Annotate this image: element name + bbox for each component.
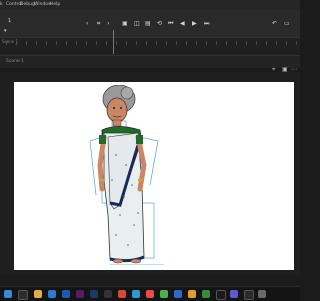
timeline-tick	[66, 41, 67, 45]
browser-icon[interactable]	[48, 290, 56, 298]
face	[106, 97, 128, 123]
animate-icon[interactable]	[76, 290, 84, 298]
redo-icon[interactable]: ▭	[284, 21, 290, 27]
timeline-tick	[186, 41, 187, 45]
taskbar	[0, 286, 300, 301]
calendar-icon[interactable]	[244, 290, 254, 300]
timeline-tick	[46, 41, 47, 45]
timeline-tick	[36, 41, 37, 45]
playhead[interactable]	[113, 30, 114, 54]
timeline-tick	[6, 41, 7, 45]
extra-icon[interactable]	[258, 290, 266, 298]
timeline-tick	[236, 41, 237, 45]
step-back-icon[interactable]: ⏮	[168, 21, 173, 27]
scene-bar: Scene 1	[0, 56, 300, 68]
timeline-tick	[196, 41, 197, 45]
timeline[interactable]: Scene 1	[0, 37, 300, 56]
edit-multiple-icon[interactable]: ◫	[134, 21, 140, 27]
timeline-tick	[276, 41, 277, 45]
step-forward-icon[interactable]: ⏭	[204, 21, 209, 27]
timeline-tick	[136, 41, 137, 45]
onion-skin-icon[interactable]: ▣	[122, 21, 128, 27]
status-area	[0, 275, 300, 286]
store-icon[interactable]	[146, 290, 154, 298]
loop-icon[interactable]: ⟲	[157, 21, 162, 27]
search-icon[interactable]	[18, 290, 28, 300]
timeline-tick	[146, 41, 147, 45]
timeline-tick	[156, 41, 157, 45]
timeline-tick	[116, 41, 117, 45]
camera-icon[interactable]: ⌗	[97, 21, 100, 27]
chevron-left-icon[interactable]: ‹	[86, 21, 88, 27]
mail-icon[interactable]	[62, 290, 70, 298]
chevron-right-icon[interactable]: ›	[107, 21, 109, 27]
left-arm	[97, 134, 107, 192]
timeline-tick	[76, 41, 77, 45]
timeline-tick	[176, 41, 177, 45]
toolbar: 1 ▾ ‹ ⌗ › ▣ ◫ ▤ ⟲ ⏮ ◀ ▶ ⏭ ↶ ▭	[0, 10, 300, 37]
hair-bun	[120, 86, 134, 100]
terminal-icon[interactable]	[174, 290, 182, 298]
rewind-icon[interactable]: ◀	[180, 21, 185, 27]
settings-icon[interactable]	[160, 290, 168, 298]
chat-icon[interactable]	[230, 290, 238, 298]
timeline-tick	[86, 41, 87, 45]
timeline-tick	[106, 41, 107, 45]
timeline-tick	[266, 41, 267, 45]
timeline-tick	[226, 41, 227, 45]
timeline-tick	[166, 41, 167, 45]
timeline-tick	[56, 41, 57, 45]
menu-item-help[interactable]: Help	[50, 1, 60, 8]
menu-bar: k Control Debug Window Help	[0, 0, 300, 10]
timeline-tick	[206, 41, 207, 45]
play-icon[interactable]: ▶	[192, 21, 197, 27]
frame-number[interactable]: 1	[8, 18, 11, 24]
timeline-tick	[256, 41, 257, 45]
scene-label[interactable]: Scene 1	[6, 59, 24, 64]
timeline-tick	[286, 41, 287, 45]
start-icon[interactable]	[4, 290, 12, 298]
edge-icon[interactable]	[132, 290, 140, 298]
timeline-tick	[246, 41, 247, 45]
media-icon[interactable]	[104, 290, 112, 298]
timeline-tick	[296, 41, 297, 45]
timeline-tick	[26, 41, 27, 45]
menu-item-debug[interactable]: Debug	[20, 1, 35, 8]
dropdown-icon[interactable]: ▾	[4, 28, 7, 34]
app-icon[interactable]	[202, 290, 210, 298]
undo-icon[interactable]: ↶	[272, 21, 277, 27]
folder-icon[interactable]	[188, 290, 196, 298]
timeline-tick	[126, 41, 127, 45]
files-icon[interactable]	[34, 290, 42, 298]
frame-icon[interactable]: ▤	[145, 21, 151, 27]
character-grandmother[interactable]	[80, 85, 176, 265]
timeline-tick	[216, 41, 217, 45]
music-icon[interactable]	[216, 290, 226, 300]
chrome-icon[interactable]	[118, 290, 126, 298]
photoshop-icon[interactable]	[90, 290, 98, 298]
menu-item-1[interactable]: k	[0, 1, 3, 8]
timeline-tick	[16, 41, 17, 45]
timeline-tick	[96, 41, 97, 45]
